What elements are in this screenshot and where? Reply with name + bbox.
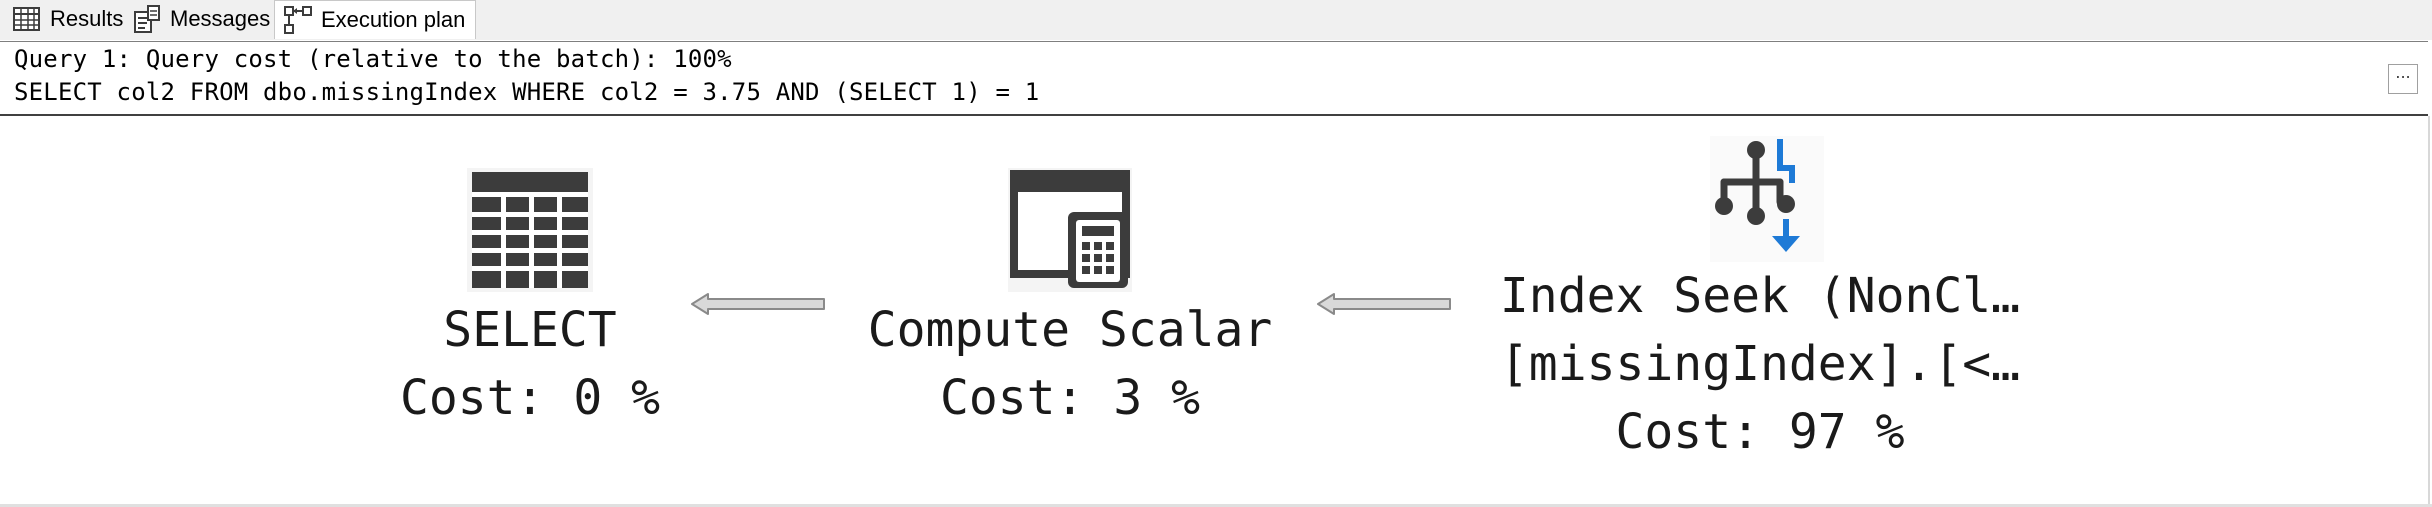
tab-results[interactable]: Results [12,0,123,38]
select-node-label: SELECT [443,302,617,358]
execution-plan-canvas: SELECT Cost: 0 % Compute Scalar Cost: 3 … [0,116,2430,504]
tab-execution-plan-label: Execution plan [321,7,466,32]
index-seek-icon [1710,136,1824,262]
plan-node-compute-scalar[interactable]: Compute Scalar Cost: 3 % [830,168,1310,432]
index-seek-node-object: [missingIndex].[<… [1499,336,2021,392]
grid-icon [12,4,42,34]
index-seek-node-cost: Cost: 97 % [1615,404,1905,460]
show-query-text-button[interactable]: ... [2388,64,2418,94]
select-table-icon [467,168,593,292]
select-node-cost: Cost: 0 % [399,370,661,426]
tab-results-label: Results [50,6,124,31]
query-sql-text: SELECT col2 FROM dbo.missingIndex WHERE … [14,78,1040,106]
results-tab-strip: Results Messages Execution plan [0,0,2432,40]
plan-node-index-seek[interactable]: Index Seek (NonCl… [missingIndex].[<… Co… [1450,136,2070,466]
compute-scalar-node-label: Compute Scalar [867,302,1273,358]
tab-messages-label: Messages [170,6,271,31]
flow-arrow-compute-to-select[interactable] [690,292,826,316]
query-cost-text: Query 1: Query cost (relative to the bat… [14,45,732,73]
compute-scalar-node-cost: Cost: 3 % [939,370,1201,426]
execution-plan-icon [283,5,313,35]
calculator-icon [1008,168,1132,292]
tab-execution-plan[interactable]: Execution plan [274,0,477,39]
query-header: Query 1: Query cost (relative to the bat… [0,41,2428,116]
index-seek-node-label: Index Seek (NonCl… [1499,268,2021,324]
tab-messages[interactable]: Messages [132,0,270,38]
plan-node-select[interactable]: SELECT Cost: 0 % [370,168,690,432]
flow-arrow-seek-to-compute[interactable] [1316,292,1452,316]
execution-plan-window: Results Messages Execution plan Query 1:… [0,0,2432,507]
messages-icon [132,4,162,34]
